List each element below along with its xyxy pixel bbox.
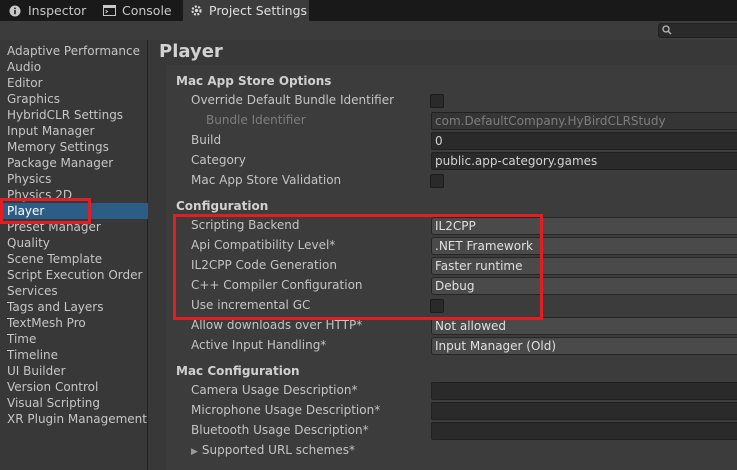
section-mac-configuration: Mac Configuration (176, 364, 300, 378)
console-icon (102, 4, 116, 18)
sidebar-item-editor[interactable]: Editor (0, 75, 148, 91)
sidebar-item-physics[interactable]: Physics (0, 171, 148, 187)
tab-inspector-label: Inspector (28, 3, 87, 18)
page-title: Player (159, 41, 223, 62)
allow-downloads-label: Allow downloads over HTTP* (191, 318, 363, 332)
camera-usage-field[interactable] (431, 382, 737, 400)
url-schemes-row: ▶ Supported URL schemes* (191, 442, 736, 460)
sidebar-item-version-control[interactable]: Version Control (0, 379, 148, 395)
sidebar-item-time[interactable]: Time (0, 331, 148, 347)
tab-project-settings-label: Project Settings (209, 3, 308, 18)
bluetooth-usage-field[interactable] (431, 422, 737, 440)
category-row: Category public.app-category.games (191, 152, 737, 170)
active-input-handling-label: Active Input Handling* (191, 338, 327, 352)
sidebar-item-adaptive-performance[interactable]: Adaptive Performance (0, 43, 148, 59)
sidebar-item-textmesh-pro[interactable]: TextMesh Pro (0, 315, 148, 331)
tab-console[interactable]: Console (102, 0, 172, 21)
sidebar-item-package-manager[interactable]: Package Manager (0, 155, 148, 171)
build-field[interactable]: 0 (431, 132, 737, 150)
sidebar-item-graphics[interactable]: Graphics (0, 91, 148, 107)
camera-usage-row: Camera Usage Description* (191, 382, 737, 400)
tab-inspector[interactable]: Inspector (8, 0, 86, 21)
camera-usage-label: Camera Usage Description* (191, 383, 358, 397)
highlight-player-item (0, 198, 91, 224)
bundle-identifier-field: com.DefaultCompany.HyBirdCLRStudy (431, 112, 737, 130)
sidebar-item-hybridclr-settings[interactable]: HybridCLR Settings (0, 107, 148, 123)
tab-bar: Inspector Console Project Settings (0, 0, 737, 21)
mac-app-store-validation-checkbox[interactable] (430, 174, 444, 188)
sidebar-item-memory-settings[interactable]: Memory Settings (0, 139, 148, 155)
search-icon (662, 24, 672, 38)
toolbar (0, 21, 737, 40)
mac-app-store-validation-row: Mac App Store Validation (191, 172, 736, 190)
override-bundle-id-label: Override Default Bundle Identifier (191, 93, 395, 107)
active-input-handling-row: Active Input Handling* Input Manager (Ol… (191, 337, 737, 355)
microphone-usage-row: Microphone Usage Description* (191, 402, 737, 420)
sidebar-item-input-manager[interactable]: Input Manager (0, 123, 148, 139)
category-label: Category (191, 153, 246, 167)
tab-project-settings[interactable]: Project Settings (183, 0, 309, 21)
sidebar-item-xr-plugin-management[interactable]: XR Plugin Management (0, 411, 148, 427)
sidebar-item-scene-template[interactable]: Scene Template (0, 251, 148, 267)
search-input[interactable] (658, 23, 737, 38)
sidebar-item-quality[interactable]: Quality (0, 235, 148, 251)
microphone-usage-field[interactable] (431, 402, 737, 420)
settings-sidebar: Adaptive Performance Audio Editor Graphi… (0, 40, 148, 470)
sidebar-item-tags-and-layers[interactable]: Tags and Layers (0, 299, 148, 315)
bundle-identifier-row: Bundle Identifier com.DefaultCompany.HyB… (191, 112, 737, 130)
section-configuration: Configuration (176, 199, 269, 213)
override-bundle-id-checkbox[interactable] (430, 94, 444, 108)
sidebar-item-timeline[interactable]: Timeline (0, 347, 148, 363)
bluetooth-usage-row: Bluetooth Usage Description* (191, 422, 737, 440)
sidebar-item-audio[interactable]: Audio (0, 59, 148, 75)
info-icon (8, 4, 22, 18)
category-field[interactable]: public.app-category.games (431, 152, 737, 170)
sidebar-item-ui-builder[interactable]: UI Builder (0, 363, 148, 379)
bluetooth-usage-label: Bluetooth Usage Description* (191, 423, 369, 437)
url-schemes-foldout[interactable]: ▶ Supported URL schemes* (191, 443, 355, 457)
build-row: Build 0 (191, 132, 737, 150)
override-bundle-id-row: Override Default Bundle Identifier (191, 92, 736, 110)
sidebar-item-services[interactable]: Services (0, 283, 148, 299)
mac-app-store-validation-label: Mac App Store Validation (191, 173, 342, 187)
chevron-right-icon: ▶ (191, 447, 198, 457)
gear-icon (189, 4, 203, 18)
bundle-identifier-label: Bundle Identifier (206, 113, 306, 127)
sidebar-item-visual-scripting[interactable]: Visual Scripting (0, 395, 148, 411)
url-schemes-label: Supported URL schemes* (201, 443, 355, 457)
build-label: Build (191, 133, 222, 147)
tab-console-label: Console (122, 3, 172, 18)
section-mac-app-store-options: Mac App Store Options (176, 74, 332, 88)
highlight-configuration-settings (173, 214, 543, 320)
microphone-usage-label: Microphone Usage Description* (191, 403, 381, 417)
sidebar-item-script-execution-order[interactable]: Script Execution Order (0, 267, 148, 283)
active-input-handling-dropdown[interactable]: Input Manager (Old) (431, 337, 737, 355)
